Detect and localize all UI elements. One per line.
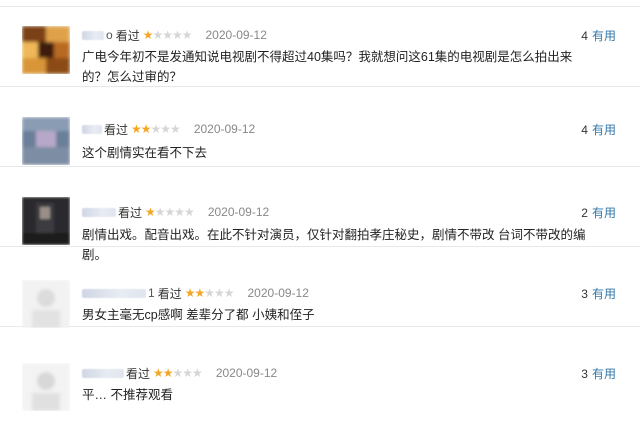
watched-label: 看过 bbox=[126, 366, 151, 381]
rating-stars-icon: ★★★★★ bbox=[131, 122, 181, 136]
review-item: 看过 ★★★★★ 2020-09-12 3 有用 平… 不推荐观看 bbox=[0, 327, 640, 411]
username[interactable] bbox=[82, 288, 146, 298]
useful-button[interactable]: 有用 bbox=[592, 367, 616, 381]
useful-count: 3 bbox=[581, 287, 588, 301]
avatar[interactable] bbox=[22, 117, 70, 165]
username-suffix[interactable]: o bbox=[106, 28, 113, 42]
review-meta: 看过 ★★★★★ 2020-09-12 bbox=[82, 365, 277, 381]
username[interactable] bbox=[82, 207, 116, 217]
review-meta: 看过 ★★★★★ 2020-09-12 bbox=[82, 204, 269, 220]
review-item: 看过 ★★★★★ 2020-09-12 4 有用 这个剧情实在看不下去 bbox=[0, 87, 640, 167]
useful-button[interactable]: 有用 bbox=[592, 29, 616, 43]
review-meta: 1 看过 ★★★★★ 2020-09-12 bbox=[82, 285, 309, 301]
rating-stars-icon: ★★★★★ bbox=[142, 28, 193, 42]
watched-label: 看过 bbox=[104, 122, 129, 137]
useful-count: 2 bbox=[581, 206, 588, 220]
username[interactable] bbox=[82, 30, 104, 40]
review-meta: 看过 ★★★★★ 2020-09-12 bbox=[82, 121, 255, 137]
watched-label: 看过 bbox=[157, 286, 182, 301]
review-date: 2020-09-12 bbox=[207, 205, 270, 219]
useful-vote[interactable]: 2 有用 bbox=[581, 204, 616, 221]
avatar[interactable] bbox=[22, 197, 70, 245]
review-date: 2020-09-12 bbox=[205, 28, 267, 42]
username[interactable] bbox=[82, 368, 124, 378]
username[interactable] bbox=[82, 124, 102, 134]
useful-vote[interactable]: 3 有用 bbox=[581, 285, 616, 302]
review-meta: o 看过 ★★★★★ 2020-09-12 bbox=[82, 27, 267, 43]
review-item: 看过 ★★★★★ 2020-09-12 2 有用 剧情出戏。配音出戏。在此不针对演… bbox=[0, 167, 640, 262]
review-date: 2020-09-12 bbox=[193, 122, 256, 136]
review-text: 广电今年初不是发通知说电视剧不得超过40集吗？我就想问这61集的电视剧是怎么拍出… bbox=[82, 50, 573, 84]
review-date: 2020-09-12 bbox=[247, 286, 309, 300]
avatar[interactable] bbox=[22, 280, 70, 328]
useful-count: 4 bbox=[581, 123, 588, 137]
review-date: 2020-09-12 bbox=[215, 366, 278, 380]
username-suffix[interactable]: 1 bbox=[148, 286, 155, 300]
useful-count: 3 bbox=[581, 367, 588, 381]
review-text: 平… 不推荐观看 bbox=[82, 388, 173, 402]
useful-button[interactable]: 有用 bbox=[592, 206, 616, 220]
useful-vote[interactable]: 3 有用 bbox=[581, 365, 616, 382]
useful-vote[interactable]: 4 有用 bbox=[581, 27, 616, 44]
review-item: o 看过 ★★★★★ 2020-09-12 4 有用 广电今年初不是发通知说电视剧… bbox=[0, 7, 640, 87]
watched-label: 看过 bbox=[115, 28, 140, 43]
useful-vote[interactable]: 4 有用 bbox=[581, 121, 616, 138]
review-text: 这个剧情实在看不下去 bbox=[82, 146, 208, 160]
useful-button[interactable]: 有用 bbox=[592, 123, 616, 137]
avatar[interactable] bbox=[22, 26, 70, 74]
useful-count: 4 bbox=[581, 29, 588, 43]
useful-button[interactable]: 有用 bbox=[592, 287, 616, 301]
rating-stars-icon: ★★★★★ bbox=[153, 366, 203, 380]
rating-stars-icon: ★★★★★ bbox=[145, 205, 195, 219]
watched-label: 看过 bbox=[118, 205, 143, 220]
review-item: 1 看过 ★★★★★ 2020-09-12 3 有用 男女主毫无cp感啊 差辈分了… bbox=[0, 247, 640, 328]
rating-stars-icon: ★★★★★ bbox=[184, 286, 235, 300]
review-text: 男女主毫无cp感啊 差辈分了都 小姨和侄子 bbox=[82, 308, 315, 322]
avatar[interactable] bbox=[22, 363, 70, 411]
